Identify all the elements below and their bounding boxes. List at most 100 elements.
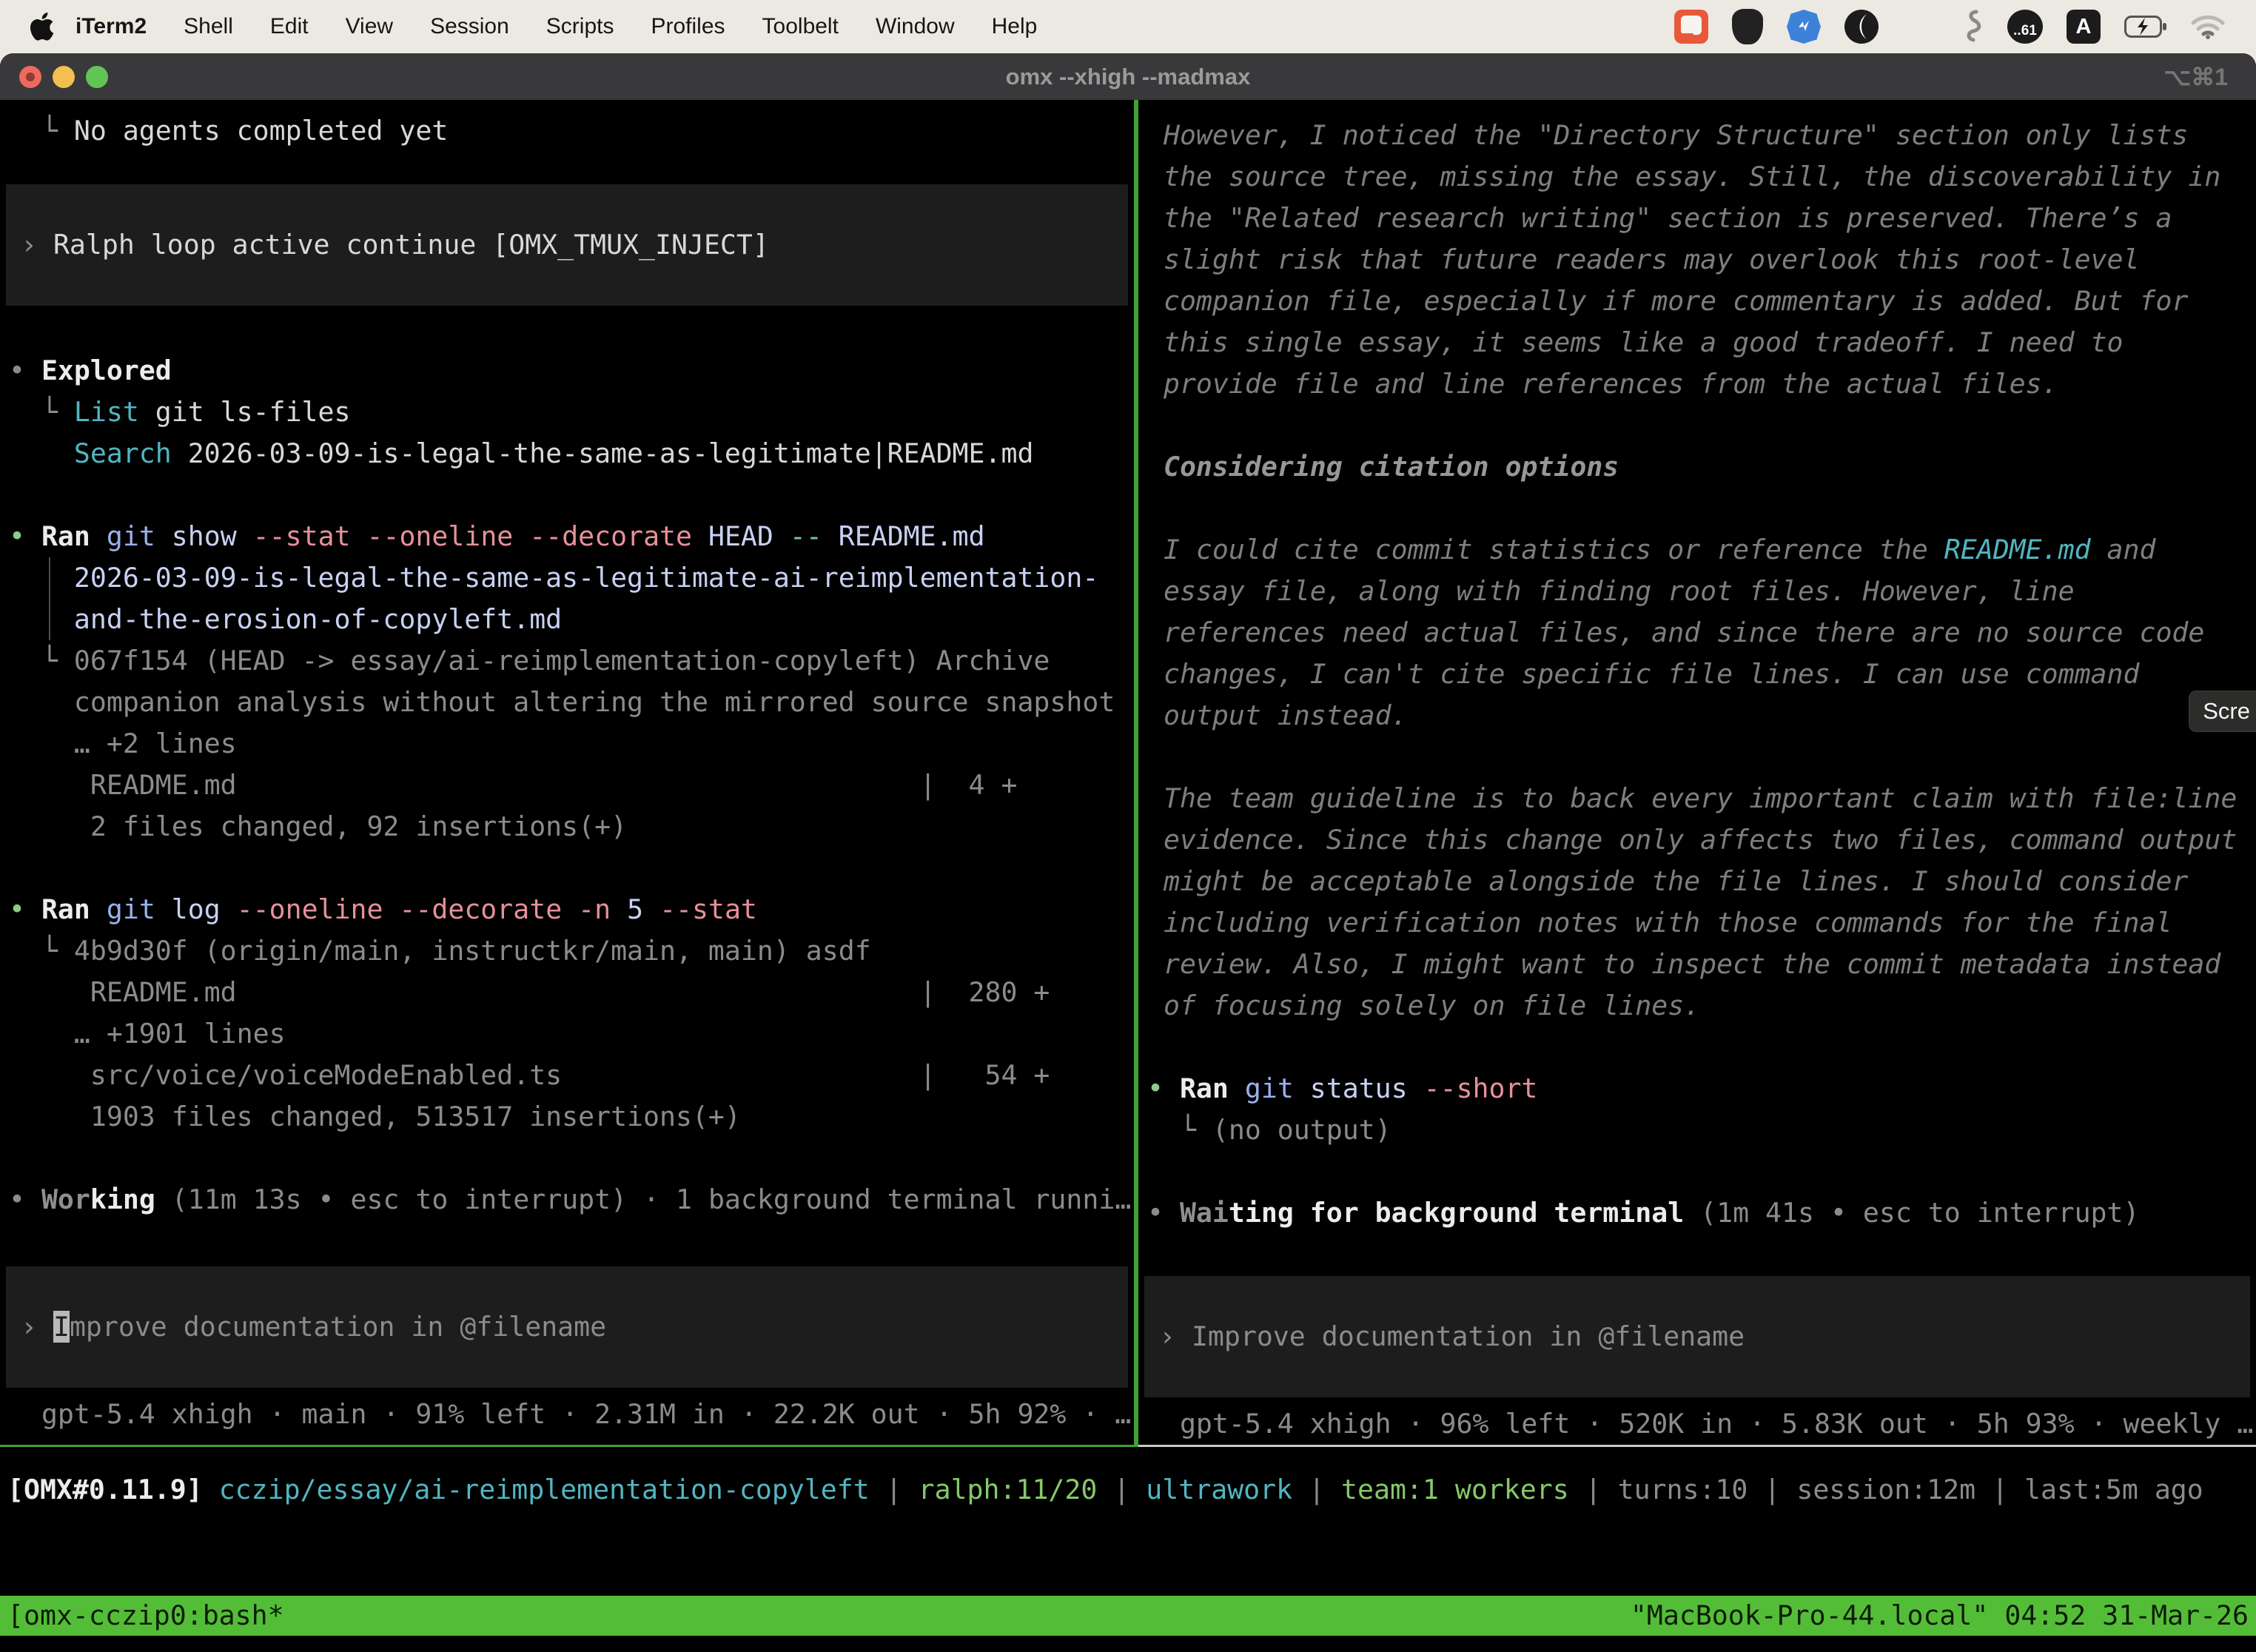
text-segment: slight risk that future readers may over… <box>1147 244 2139 275</box>
text-segment: src/voice/voiceModeEnabled.ts | 54 + <box>9 1059 1050 1091</box>
command-line: • Ran git status --short <box>1138 1068 2256 1109</box>
menu-item-profiles[interactable]: Profiles <box>632 14 743 39</box>
text-segment: gpt-5.4 xhigh · main · 91% left · 2.31M … <box>9 1398 1131 1430</box>
text-segment: Wai <box>1180 1197 1229 1229</box>
injected-prompt-box: › Ralph loop active continue [OMX_TMUX_I… <box>6 224 1128 266</box>
terminal-content[interactable]: └ No agents completed yet › Ralph loop ac… <box>0 100 2256 1652</box>
thinking-line: essay file, along with finding root file… <box>1138 571 2256 612</box>
text-segment: status <box>1294 1072 1424 1104</box>
text-segment <box>203 1474 219 1505</box>
text-segment: Explored <box>41 355 172 386</box>
menu-item-shell[interactable]: Shell <box>165 14 252 39</box>
waiting-spinner-line: • Waiting for background terminal (1m 41… <box>1138 1192 2256 1234</box>
text-segment: --stat --oneline --decorate <box>253 520 692 552</box>
text-segment: List <box>74 396 139 428</box>
menu-item-help[interactable]: Help <box>973 14 1056 39</box>
text-segment: king <box>90 1183 155 1215</box>
text-segment <box>90 520 107 552</box>
a-tile-icon[interactable]: A <box>2067 10 2101 44</box>
text-segment: The team guideline is to back every impo… <box>1147 782 2237 814</box>
text-segment: --oneline --decorate <box>237 893 563 925</box>
text-segment: the source tree, missing the essay. Stil… <box>1147 161 2220 192</box>
menu-item-view[interactable]: View <box>327 14 412 39</box>
command-output-line: 2 files changed, 92 insertions(+) <box>0 806 1134 847</box>
menu-bar-status-icons: ..61 A <box>1674 9 2237 44</box>
omx-status-line: [OMX#0.11.9] cczip/essay/ai-reimplementa… <box>0 1469 2256 1511</box>
injected-prompt-box[interactable]: › Ralph loop active continue [OMX_TMUX_I… <box>6 184 1128 306</box>
text-segment: (11m 13s • esc to interrupt) · 1 backgro… <box>155 1183 1132 1215</box>
thinking-line: changes, I can't cite specific file line… <box>1138 654 2256 695</box>
text-segment: No agents completed yet <box>74 115 448 147</box>
menu-item-session[interactable]: Session <box>412 14 528 39</box>
text-segment: README.md <box>822 520 985 552</box>
text-segment: • <box>1147 1072 1180 1104</box>
text-segment: log <box>155 893 237 925</box>
squiggle-icon[interactable] <box>1958 9 1984 44</box>
explored-list-line: └ List git ls-files <box>0 392 1134 433</box>
text-segment: and-the-erosion-of-copyleft.md <box>9 603 562 635</box>
screenshot-notification[interactable]: Scre <box>2189 691 2256 732</box>
text-segment: and <box>2091 534 2156 565</box>
menu-item-iterm2[interactable]: iTerm2 <box>68 14 165 39</box>
text-segment: I could cite commit statistics or refere… <box>1147 534 1944 565</box>
chat-icon[interactable] <box>1674 10 1708 44</box>
text-segment <box>9 437 74 469</box>
text-segment: README.md <box>1944 534 2091 565</box>
menu-item-scripts[interactable]: Scripts <box>528 14 633 39</box>
text-segment: the "Related research writing" section i… <box>1147 202 2172 234</box>
shield-icon[interactable] <box>1732 9 1763 44</box>
queued-prompt-box[interactable]: › Improve documentation in @filename <box>1144 1276 2250 1397</box>
working-spinner-line: • Working (11m 13s • esc to interrupt) ·… <box>0 1179 1134 1220</box>
tmux-host-clock: "MacBook-Pro-44.local" 04:52 31-Mar-26 <box>1631 1595 2249 1636</box>
text-segment: evidence. Since this change only affects… <box>1147 824 2237 856</box>
wifi-icon[interactable] <box>2191 14 2225 39</box>
thinking-line: provide file and line references from th… <box>1138 363 2256 405</box>
battery-percent-icon[interactable]: ..61 <box>2007 10 2043 44</box>
thinking-line: might be acceptable alongside the file l… <box>1138 861 2256 902</box>
thinking-heading: Considering citation options <box>1138 446 2256 488</box>
text-segment: team:1 workers <box>1341 1474 1569 1505</box>
text-segment: companion analysis without altering the … <box>9 686 1115 718</box>
thinking-line: the source tree, missing the essay. Stil… <box>1138 156 2256 198</box>
left-pane[interactable]: └ No agents completed yet › Ralph loop ac… <box>0 100 1134 1447</box>
text-segment: git ls-files <box>139 396 351 428</box>
text-segment: including verification notes with those … <box>1147 907 2172 939</box>
badge-icon[interactable] <box>1787 10 1821 44</box>
blank-line <box>1138 488 2256 529</box>
text-segment: changes, I can't cite specific file line… <box>1147 658 2139 690</box>
text-segment: 4b9d30f (origin/main, instructkr/main, m… <box>74 935 871 967</box>
text-segment: git <box>1245 1072 1294 1104</box>
dots-grid-icon[interactable] <box>1902 10 1935 43</box>
thinking-line: The team guideline is to back every impo… <box>1138 778 2256 819</box>
thinking-line: of focusing solely on file lines. <box>1138 985 2256 1027</box>
apple-icon[interactable] <box>30 12 55 41</box>
command-output-line: └ 4b9d30f (origin/main, instructkr/main,… <box>0 930 1134 972</box>
text-segment: └ <box>9 935 74 967</box>
menu-item-toolbelt[interactable]: Toolbelt <box>744 14 857 39</box>
session-status-line: gpt-5.4 xhigh · 96% left · 520K in · 5.8… <box>1138 1403 2256 1445</box>
tmux-session-window-label[interactable]: [omx-cczip0:bash* <box>7 1595 284 1636</box>
menu-item-edit[interactable]: Edit <box>252 14 327 39</box>
text-segment: (no output) <box>1212 1114 1391 1146</box>
text-segment: | <box>1292 1474 1341 1505</box>
menu-item-window[interactable]: Window <box>857 14 973 39</box>
right-pane[interactable]: However, I noticed the "Directory Struct… <box>1138 100 2256 1447</box>
window-title-bar[interactable]: omx --xhigh --madmax ⌥⌘1 <box>0 53 2256 100</box>
thinking-line: this single essay, it seems like a good … <box>1138 322 2256 363</box>
battery-icon[interactable] <box>2124 16 2167 38</box>
thinking-line: companion file, especially if more comme… <box>1138 281 2256 322</box>
explored-header: • Explored <box>0 350 1134 392</box>
tmux-time: 04:52 <box>2004 1595 2086 1636</box>
text-segment: › <box>1159 1320 1192 1352</box>
text-segment: I <box>53 1311 70 1343</box>
tmux-status-bar: [omx-cczip0:bash* "MacBook-Pro-44.local"… <box>0 1596 2256 1636</box>
queued-prompt-box[interactable]: › Improve documentation in @filename <box>6 1266 1128 1388</box>
text-segment: › <box>21 229 53 261</box>
text-segment: However, I noticed the "Directory Struct… <box>1147 119 2188 151</box>
text-segment: Improve documentation in @filename <box>1192 1320 1745 1352</box>
arc-browser-icon[interactable] <box>1844 10 1879 44</box>
text-segment: 1903 files changed, 513517 insertions(+) <box>9 1101 741 1132</box>
text-segment: └ <box>9 396 74 428</box>
command-output-line: companion analysis without altering the … <box>0 682 1134 723</box>
blank-line <box>1138 1234 2256 1276</box>
